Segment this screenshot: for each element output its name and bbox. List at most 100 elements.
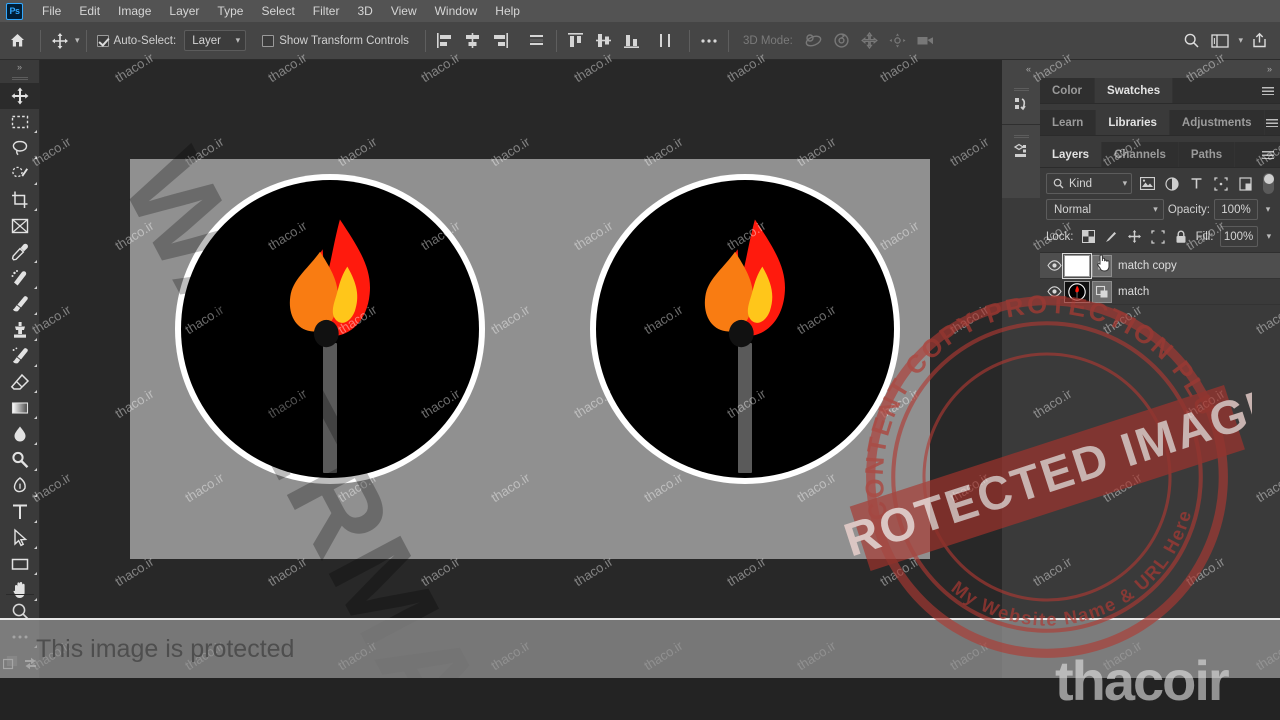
menu-item-view[interactable]: View — [382, 1, 426, 21]
panel-grip — [1013, 135, 1029, 139]
tab-swatches[interactable]: Swatches — [1095, 78, 1174, 103]
tab-paths[interactable]: Paths — [1179, 142, 1236, 167]
align-bottom-edges-icon[interactable] — [619, 28, 645, 54]
healing-brush-icon[interactable] — [0, 265, 40, 291]
tab-learn[interactable]: Learn — [1040, 110, 1097, 135]
quick-select-icon[interactable] — [0, 161, 40, 187]
move-tool-icon[interactable] — [47, 28, 73, 54]
blend-mode-dropdown[interactable]: Normal ▾ — [1046, 199, 1164, 220]
tool-preset-chevron-icon[interactable]: ▾ — [75, 35, 80, 46]
panel-menu-icon[interactable] — [1265, 110, 1280, 135]
pen-icon[interactable] — [0, 473, 40, 499]
menu-item-image[interactable]: Image — [109, 1, 160, 21]
rectangle-icon[interactable] — [0, 551, 40, 577]
auto-select-scope-dropdown[interactable]: Layer ▾ — [184, 30, 247, 51]
match-circle-right[interactable] — [590, 174, 900, 484]
menu-item-help[interactable]: Help — [486, 1, 529, 21]
show-transform-controls-checkbox[interactable]: Show Transform Controls — [262, 34, 409, 47]
home-icon[interactable] — [0, 32, 34, 49]
show-transform-check-box[interactable] — [262, 34, 275, 47]
align-horizontal-centers-icon[interactable] — [460, 28, 486, 54]
layer-filter-kind-dropdown[interactable]: Kind ▾ — [1046, 173, 1133, 194]
type-t-icon[interactable] — [0, 499, 40, 525]
align-vertical-buttons-group — [563, 28, 645, 54]
workspace-chevron-down-icon[interactable]: ▾ — [1238, 35, 1243, 46]
toolbar-grip[interactable] — [0, 74, 39, 83]
align-vertical-centers-icon[interactable] — [591, 28, 617, 54]
options-bar: ▾ Auto-Select: Layer ▾ Show Transform Co… — [0, 22, 1280, 60]
eraser-icon[interactable] — [0, 369, 40, 395]
path-arrow-icon[interactable] — [0, 525, 40, 551]
filter-enable-toggle[interactable] — [1262, 173, 1275, 194]
menu-item-3d[interactable]: 3D — [348, 1, 381, 21]
marquee-icon[interactable] — [0, 109, 40, 135]
workspace-icon[interactable] — [1207, 28, 1233, 54]
share-icon[interactable] — [1246, 28, 1272, 54]
history-panel-icon[interactable] — [1002, 78, 1040, 124]
layer-mask-thumbnail[interactable] — [1092, 254, 1112, 277]
panel-menu-icon[interactable] — [1256, 142, 1280, 167]
lock-all-icon[interactable] — [1172, 227, 1189, 247]
lock-artboard-nesting-icon[interactable] — [1149, 227, 1166, 247]
expand-dock-icon[interactable]: » — [1267, 64, 1272, 74]
fill-chevron-down-icon[interactable]: ▾ — [1264, 231, 1274, 242]
tab-adjustments[interactable]: Adjustments — [1170, 110, 1265, 135]
layer-row[interactable]: match copy — [1040, 252, 1280, 279]
lock-position-icon[interactable] — [1126, 227, 1143, 247]
layer-visibility-eye-icon[interactable] — [1044, 286, 1064, 297]
menu-item-select[interactable]: Select — [252, 1, 303, 21]
menu-item-file[interactable]: File — [33, 1, 70, 21]
menu-item-filter[interactable]: Filter — [304, 1, 349, 21]
history-brush-icon[interactable] — [0, 343, 40, 369]
opacity-chevron-down-icon[interactable]: ▾ — [1262, 204, 1274, 215]
gradient-icon[interactable] — [0, 395, 40, 421]
fill-value[interactable]: 100% — [1219, 226, 1258, 247]
dock-header: « » — [1002, 60, 1280, 78]
layer-thumbnail[interactable] — [1062, 252, 1092, 279]
menu-item-type[interactable]: Type — [208, 1, 252, 21]
menu-item-window[interactable]: Window — [426, 1, 487, 21]
lasso-icon[interactable] — [0, 135, 40, 161]
layer-row[interactable]: match — [1040, 279, 1280, 305]
panel-menu-icon[interactable] — [1256, 78, 1280, 103]
tab-color[interactable]: Color — [1040, 78, 1096, 103]
filter-adjustment-icon[interactable] — [1163, 174, 1182, 194]
search-icon[interactable] — [1178, 28, 1204, 54]
move-tool-icon[interactable] — [0, 83, 40, 109]
collapse-panel-icon[interactable]: » — [0, 60, 39, 74]
crop-icon[interactable] — [0, 187, 40, 213]
filter-smart-object-icon[interactable] — [1236, 174, 1255, 194]
menu-item-layer[interactable]: Layer — [160, 1, 208, 21]
menu-item-edit[interactable]: Edit — [70, 1, 109, 21]
distribute-horizontally-icon[interactable] — [524, 28, 550, 54]
auto-select-check-box[interactable] — [96, 34, 109, 47]
frame-icon[interactable] — [0, 213, 40, 239]
filter-pixel-icon[interactable] — [1138, 174, 1157, 194]
tab-channels[interactable]: Channels — [1102, 142, 1179, 167]
align-left-edges-icon[interactable] — [432, 28, 458, 54]
clone-stamp-icon[interactable] — [0, 317, 40, 343]
tab-layers[interactable]: Layers — [1040, 142, 1103, 167]
brush-icon[interactable] — [0, 291, 40, 317]
3d-panel-icon[interactable] — [1002, 125, 1040, 171]
eyedropper-icon[interactable] — [0, 239, 40, 265]
lock-transparent-pixels-icon[interactable] — [1080, 227, 1097, 247]
distribute-vertically-icon[interactable] — [653, 28, 679, 54]
align-right-edges-icon[interactable] — [488, 28, 514, 54]
filter-type-icon[interactable] — [1187, 174, 1206, 194]
layer-visibility-eye-icon[interactable] — [1044, 260, 1064, 271]
opacity-value[interactable]: 100% — [1214, 199, 1258, 220]
smart-object-badge-icon[interactable] — [1092, 280, 1112, 303]
align-top-edges-icon[interactable] — [563, 28, 589, 54]
layer-thumbnail[interactable] — [1064, 280, 1090, 303]
watermark-logo-text: thaco — [1055, 649, 1196, 712]
chevron-down-icon: ▾ — [235, 35, 241, 45]
more-options-icon[interactable] — [696, 28, 722, 54]
auto-select-checkbox[interactable]: Auto-Select: — [96, 34, 176, 47]
dodge-icon[interactable] — [0, 447, 40, 473]
filter-shape-icon[interactable] — [1212, 174, 1231, 194]
lock-image-pixels-icon[interactable] — [1103, 227, 1120, 247]
blur-drop-icon[interactable] — [0, 421, 40, 447]
collapse-dock-icon[interactable]: « — [1026, 64, 1031, 74]
tab-libraries[interactable]: Libraries — [1096, 110, 1170, 135]
